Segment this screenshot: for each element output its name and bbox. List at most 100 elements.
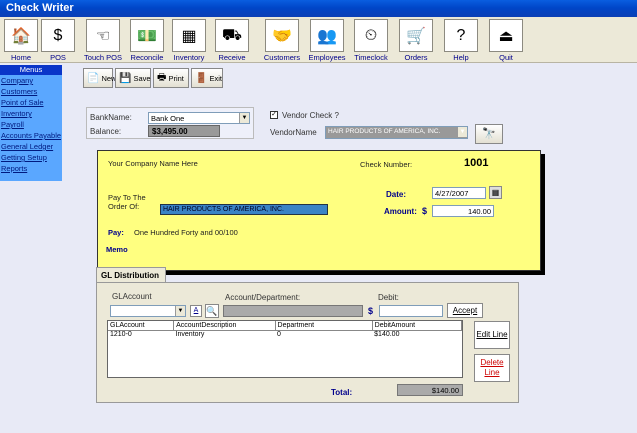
sidebar-item-point-of-sale[interactable]: Point of Sale — [0, 97, 62, 108]
exit-icon: ⏏ — [489, 19, 523, 52]
toolbar-home-button[interactable]: 🏠 Home — [1, 19, 41, 63]
hand-icon: ☜ — [86, 19, 120, 52]
table-cell: 0 — [277, 331, 281, 339]
grid-header-row: GLAccount AccountDescription Department Deb… — [108, 321, 463, 331]
truck-icon: ⛟ — [215, 19, 249, 52]
print-button[interactable]: 🖶 Print — [153, 68, 189, 88]
chevron-down-icon: ▼ — [457, 127, 467, 137]
tab-gl-distribution[interactable]: GL Distribution — [96, 267, 166, 283]
toolbar-receive-button[interactable]: ⛟ Receive — [212, 19, 252, 63]
sidebar-menu: Menus Company Customers Point of Sale Inven… — [0, 65, 62, 181]
pay-to-label-2: Order Of: — [108, 202, 140, 211]
column-header[interactable]: AccountDescription — [173, 321, 276, 331]
toolbar-quit-button[interactable]: ⏏ Quit — [486, 19, 526, 63]
exit-button[interactable]: 🚪 Exit — [191, 68, 223, 88]
toolbar-inventory-button[interactable]: ▦ Inventory — [169, 19, 209, 63]
save-icon: 💾 — [119, 72, 132, 84]
account-department-field — [223, 305, 363, 317]
check-number-value: 1001 — [464, 157, 489, 169]
bank-name-label: BankName: — [90, 113, 132, 122]
exit-icon: 🚪 — [195, 72, 208, 84]
box-icon: ▦ — [172, 19, 206, 52]
balance-field: $3,495.00 — [148, 125, 220, 137]
toolbar-help-button[interactable]: ? Help — [441, 19, 481, 63]
amount-field[interactable]: 140.00 — [432, 205, 494, 217]
pay-to-field[interactable]: HAIR PRODUCTS OF AMERICA, INC. — [160, 204, 328, 215]
people-icon: 👥 — [310, 19, 344, 52]
accept-button[interactable]: Accept — [447, 303, 483, 318]
check-form: Your Company Name Here Check Number: 100… — [97, 150, 541, 271]
sidebar-item-general-ledger[interactable]: General Ledger — [0, 141, 62, 152]
calendar-icon[interactable]: ▦ — [489, 186, 502, 199]
bank-name-select[interactable]: Bank One ▼ — [148, 112, 250, 124]
table-row[interactable]: 1210-0 Inventory 0 $140.00 — [108, 330, 462, 339]
cart-icon: 🛒 — [399, 19, 433, 52]
vendor-check-checkbox[interactable]: ✓ — [270, 111, 278, 119]
toolbar-orders-button[interactable]: 🛒 Orders — [396, 19, 436, 63]
sidebar-item-customers[interactable]: Customers — [0, 86, 62, 97]
toolbar-pos-button[interactable]: $ POS — [38, 19, 78, 63]
table-cell: $140.00 — [374, 331, 400, 339]
column-header[interactable]: Department — [275, 321, 373, 331]
table-cell: 1210-0 — [110, 331, 132, 339]
help-icon: ? — [444, 19, 478, 52]
toolbar-reconcile-button[interactable]: 💵 Reconcile — [127, 19, 167, 63]
house-icon: 🏠 — [4, 19, 38, 52]
vendor-check-label: Vendor Check ? — [282, 111, 339, 120]
chevron-down-icon: ▼ — [175, 306, 185, 316]
window-title: Check Writer — [0, 0, 637, 17]
binoculars-icon: 🔭 — [482, 128, 496, 140]
clock-icon: ⏲ — [354, 19, 388, 52]
sidebar-item-getting-setup[interactable]: Getting Setup — [0, 152, 62, 163]
save-button[interactable]: 💾 Save — [115, 68, 151, 88]
printer-icon: 🖶 — [157, 71, 167, 83]
company-name: Your Company Name Here — [108, 159, 198, 168]
handshake-icon: 🤝 — [265, 19, 299, 52]
debit-label: Debit: — [378, 293, 399, 302]
sidebar-item-company[interactable]: Company — [0, 75, 62, 86]
account-department-label: Account/Department: — [225, 293, 301, 302]
pay-label: Pay: — [108, 228, 124, 237]
main-toolbar: 🏠 Home $ POS ☜ Touch POS 💵 Reconcile ▦ Inventory ⛟… — [0, 17, 637, 63]
vendor-name-select[interactable]: HAIR PRODUCTS OF AMERICA, INC. ▼ — [325, 126, 468, 139]
sidebar-item-reports[interactable]: Reports — [0, 163, 62, 174]
toolbar-employees-button[interactable]: 👥 Employees — [307, 19, 347, 63]
total-label: Total: — [331, 388, 353, 397]
vendor-name-label: VendorName — [270, 128, 317, 137]
total-field: $140.00 — [397, 384, 463, 396]
debit-currency: $ — [368, 306, 374, 316]
toolbar-touch-pos-button[interactable]: ☜ Touch POS — [83, 19, 123, 63]
vendor-search-button[interactable]: 🔭 — [475, 124, 503, 144]
table-cell: Inventory — [175, 331, 205, 339]
toolbar-customers-button[interactable]: 🤝 Customers — [262, 19, 302, 63]
gl-account-select[interactable]: ▼ — [110, 305, 186, 317]
column-header[interactable]: GLAccount — [108, 321, 175, 331]
balance-label: Balance: — [90, 127, 122, 136]
pay-to-label-1: Pay To The — [108, 193, 146, 202]
new-document-icon: 📄 — [87, 72, 100, 84]
sidebar-header: Menus — [0, 65, 62, 75]
gl-distribution-panel: GLAccount ▼ A 🔍 Account/Department: Debi… — [96, 282, 519, 403]
gl-distribution-grid: GLAccount AccountDescription Department Deb… — [107, 320, 463, 378]
content-area: Menus Company Customers Point of Sale Inven… — [0, 63, 637, 433]
amount-label: Amount: — [384, 207, 417, 216]
date-label: Date: — [386, 190, 407, 199]
gl-a-button[interactable]: A — [190, 305, 202, 317]
currency-symbol: $ — [422, 206, 428, 216]
new-button[interactable]: 📄 New — [83, 68, 116, 88]
memo-label: Memo — [106, 245, 128, 254]
sidebar-item-payroll[interactable]: Payroll — [0, 119, 62, 130]
dollar-icon: $ — [41, 19, 75, 52]
column-header[interactable]: DebitAmount — [372, 321, 463, 331]
edit-line-button[interactable]: Edit Line — [474, 321, 510, 349]
sidebar-item-accounts-payable[interactable]: Accounts Payable — [0, 130, 62, 141]
delete-line-button[interactable]: Delete Line — [474, 354, 510, 382]
chevron-down-icon: ▼ — [239, 113, 249, 123]
search-icon[interactable]: 🔍 — [205, 304, 219, 318]
debit-field[interactable] — [379, 305, 443, 317]
toolbar-timeclock-button[interactable]: ⏲ Timeclock — [351, 19, 391, 63]
check-number-label: Check Number: — [360, 160, 413, 169]
sidebar-item-inventory[interactable]: Inventory — [0, 108, 62, 119]
date-field[interactable]: 4/27/2007 — [432, 187, 486, 199]
money-icon: 💵 — [130, 19, 164, 52]
